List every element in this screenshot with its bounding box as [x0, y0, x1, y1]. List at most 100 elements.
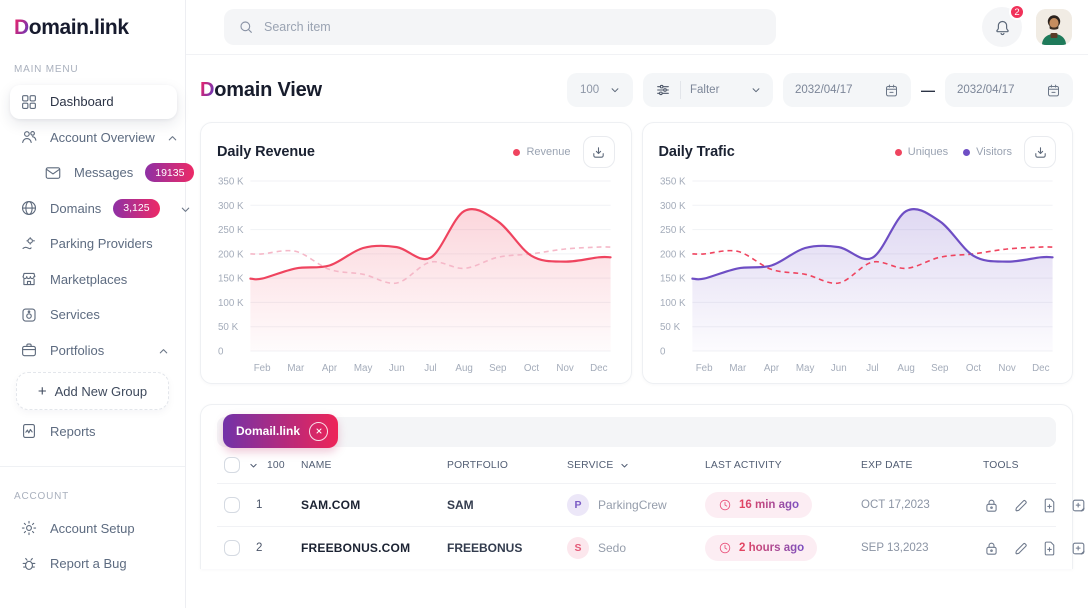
last-activity-pill: 2 hours ago [705, 535, 817, 561]
sidebar-item-reports[interactable]: Reports [10, 414, 177, 448]
date-range-separator: — [921, 82, 935, 98]
last-activity-cell: 16 min ago [705, 492, 861, 518]
bug-icon [20, 555, 38, 573]
sidebar-item-dashboard[interactable]: Dashboard [10, 85, 177, 119]
table-page-size[interactable]: 100 [267, 460, 285, 471]
close-icon [315, 427, 323, 435]
sidebar-item-label: Parking Providers [50, 236, 153, 251]
chart-header: Daily Trafic UniquesVisitors [659, 136, 1057, 168]
content: Domain View 100 Falter 2032/04/17 [186, 55, 1088, 608]
legend-label: Uniques [908, 146, 948, 158]
sliders-icon [655, 82, 671, 98]
legend-label: Visitors [976, 146, 1012, 158]
sidebar-item-portfolios[interactable]: Portfolios [10, 333, 177, 367]
row-number: 2 [256, 542, 262, 554]
logo-rest: omain.link [29, 16, 129, 39]
svg-text:Aug: Aug [897, 363, 914, 374]
service-initial-badge: P [567, 494, 589, 516]
svg-text:Sep: Sep [489, 363, 507, 374]
service-cell: PParkingCrew [567, 494, 705, 516]
sidebar-item-report-a-bug[interactable]: Report a Bug [10, 547, 177, 581]
daily-revenue-card: Daily Revenue Revenue 350 K 300 K 250 K 200… [200, 122, 632, 384]
legend-label: Revenue [526, 146, 570, 158]
sidebar-item-domains[interactable]: Domains3,125 [10, 191, 177, 225]
portfolio-cell: SAM [447, 498, 567, 512]
sidebar-item-label: Reports [50, 424, 96, 439]
chevron-down-icon [610, 85, 620, 95]
search-input[interactable] [264, 20, 762, 34]
column-name: NAME [301, 460, 447, 471]
lock-button[interactable] [983, 540, 1000, 557]
svg-text:Sep: Sep [931, 363, 949, 374]
page-header: Domain View 100 Falter 2032/04/17 [200, 73, 1073, 107]
legend-item: Revenue [513, 146, 570, 158]
avatar-image [1036, 9, 1072, 45]
chevron-down-icon [751, 85, 761, 95]
file-add-button[interactable] [1041, 540, 1058, 557]
svg-text:250 K: 250 K [218, 225, 244, 236]
lock-button[interactable] [983, 497, 1000, 514]
date-to-picker[interactable]: 2032/04/17 [945, 73, 1073, 107]
sidebar-item-marketplaces[interactable]: Marketplaces [10, 262, 177, 296]
sidebar-item-account-setup[interactable]: Account Setup [10, 511, 177, 545]
note-add-button[interactable] [1070, 540, 1087, 557]
svg-text:300 K: 300 K [218, 201, 244, 212]
gear-icon [20, 519, 38, 537]
row-checkbox[interactable] [224, 497, 240, 513]
svg-text:0: 0 [659, 346, 665, 357]
edit-button[interactable] [1012, 497, 1029, 514]
app-window: Domain.link MAIN MENU DashboardAccount O… [0, 0, 1088, 608]
legend-dot [963, 149, 970, 156]
svg-text:May: May [354, 363, 373, 374]
sidebar-item-account-overview[interactable]: Account Overview [10, 120, 177, 154]
column-service[interactable]: SERVICE [567, 460, 705, 471]
filter-chip[interactable]: Domail.link [223, 414, 338, 448]
search-bar[interactable] [224, 9, 776, 45]
daily-trafic-chart: 350 K300 K250 K200 K150 K100 K50 K0FebMa… [659, 171, 1057, 377]
page-size-select[interactable]: 100 [567, 73, 633, 107]
svg-text:50 K: 50 K [659, 322, 680, 333]
domains-table-card: Domail.link 100 NAME PORTFOLIO [200, 404, 1073, 569]
chevron-down-icon[interactable] [249, 461, 258, 470]
clock-icon [718, 498, 732, 512]
services-icon [20, 306, 38, 324]
chart-header: Daily Revenue Revenue [217, 136, 615, 168]
svg-text:200 K: 200 K [218, 249, 244, 260]
svg-text:Apr: Apr [322, 363, 338, 374]
date-from-picker[interactable]: 2032/04/17 [783, 73, 911, 107]
filter-select[interactable]: Falter [643, 73, 773, 107]
service-cell: SSedo [567, 537, 705, 559]
sidebar-item-messages[interactable]: Messages19135 [34, 156, 177, 190]
last-activity-pill: 16 min ago [705, 492, 812, 518]
sidebar-item-label: Domains [50, 201, 101, 216]
svg-text:350 K: 350 K [218, 176, 244, 187]
tools-cell [983, 497, 1056, 514]
svg-text:Nov: Nov [556, 363, 573, 374]
table-row[interactable]: 2FREEBONUS.COMFREEBONUSSSedo2 hours agoS… [217, 526, 1056, 569]
chevron-up-icon [167, 132, 178, 143]
note-add-button[interactable] [1070, 497, 1087, 514]
last-activity-text: 16 min ago [739, 499, 799, 511]
sidebar-item-add-new-group[interactable]: +Add New Group [16, 372, 169, 410]
sidebar-item-parking-providers[interactable]: Parking Providers [10, 227, 177, 261]
file-add-button[interactable] [1041, 497, 1058, 514]
avatar[interactable] [1036, 9, 1072, 45]
row-checkbox[interactable] [224, 540, 240, 556]
svg-text:0: 0 [218, 346, 224, 357]
row-select-cell: 2 [217, 540, 301, 556]
chip-close-button[interactable] [309, 422, 328, 441]
bell-icon [993, 18, 1012, 37]
edit-button[interactable] [1012, 540, 1029, 557]
svg-text:50 K: 50 K [218, 322, 239, 333]
sidebar-item-services[interactable]: Services [10, 298, 177, 332]
table-row[interactable]: 1SAM.COMSAMPParkingCrew16 min agoOCT 17,… [217, 483, 1056, 526]
select-all-checkbox[interactable] [224, 457, 240, 473]
main-menu-label: MAIN MENU [14, 64, 185, 75]
last-activity-text: 2 hours ago [739, 542, 804, 554]
tools-cell [983, 540, 1056, 557]
download-button[interactable] [1024, 136, 1056, 168]
sidebar-item-label: Portfolios [50, 343, 104, 358]
domain-name-cell: FREEBONUS.COM [301, 541, 447, 555]
service-name: Sedo [598, 541, 626, 555]
download-button[interactable] [583, 136, 615, 168]
